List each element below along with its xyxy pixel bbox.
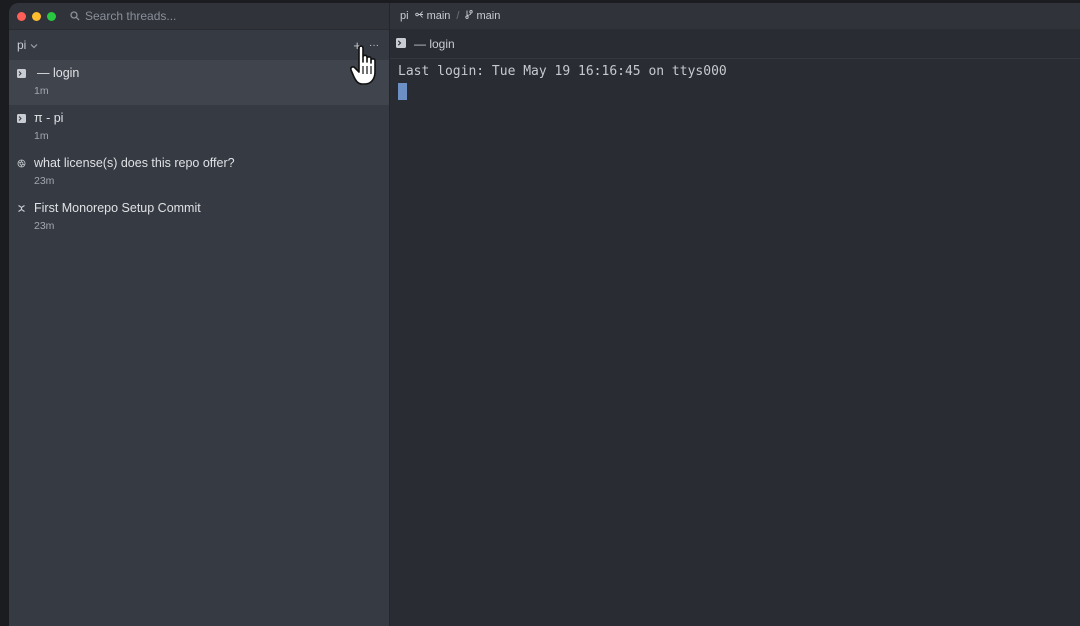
terminal-icon: [17, 113, 26, 123]
openai-icon: [17, 159, 26, 168]
breadcrumb-worktree[interactable]: main: [414, 10, 451, 22]
hand-pointer-icon: [350, 44, 390, 88]
window-controls: [9, 11, 56, 21]
breadcrumb-separator: /: [456, 10, 460, 22]
thread-item[interactable]: π - pi 1m: [9, 105, 389, 150]
minimize-window-button[interactable]: [32, 11, 41, 21]
thread-item[interactable]: First Monorepo Setup Commit 23m: [9, 195, 389, 240]
terminal-tab[interactable]: — login: [390, 30, 1080, 59]
thread-title: what license(s) does this repo offer?: [34, 156, 235, 170]
agent-icon: [17, 204, 26, 213]
thread-title: First Monorepo Setup Commit: [34, 201, 201, 215]
maximize-window-button[interactable]: [47, 11, 56, 21]
close-window-button[interactable]: [17, 11, 26, 21]
breadcrumb: pi main / main: [390, 3, 1080, 30]
branch-label: main: [476, 10, 501, 22]
thread-title: π - pi: [34, 111, 64, 125]
chevron-down-icon: [30, 38, 38, 52]
terminal-line: Last login: Tue May 19 16:16:45 on ttys0…: [398, 64, 727, 79]
tab-title: — login: [414, 37, 455, 51]
thread-item[interactable]: — login 1m: [9, 60, 389, 105]
app-window: pi + ··· — login: [9, 3, 1080, 626]
project-name: pi: [17, 38, 27, 52]
terminal-icon: [396, 37, 406, 51]
thread-time: 1m: [34, 130, 49, 142]
thread-time: 23m: [34, 220, 55, 232]
breadcrumb-branch[interactable]: main: [465, 10, 500, 22]
thread-time: 1m: [34, 85, 49, 97]
worktree-label: main: [426, 10, 451, 22]
branch-icon: [465, 10, 474, 22]
terminal-output[interactable]: Last login: Tue May 19 16:16:45 on ttys0…: [390, 59, 1080, 105]
main-panel: pi main / main — login Last login: Tue M…: [390, 3, 1080, 626]
terminal-icon: [17, 68, 26, 78]
terminal-cursor: [398, 83, 407, 100]
thread-item[interactable]: what license(s) does this repo offer? 23…: [9, 150, 389, 195]
sidebar: pi + ··· — login: [9, 3, 390, 626]
thread-time: 23m: [34, 175, 55, 187]
search-icon: [70, 11, 80, 21]
project-header: pi + ···: [9, 30, 389, 60]
search-bar: [70, 9, 285, 23]
thread-title: — login: [37, 66, 80, 80]
sidebar-titlebar: [9, 3, 389, 30]
worktree-icon: [414, 10, 424, 22]
project-selector[interactable]: pi: [17, 38, 38, 52]
search-input[interactable]: [85, 9, 285, 23]
breadcrumb-project[interactable]: pi: [400, 10, 409, 22]
